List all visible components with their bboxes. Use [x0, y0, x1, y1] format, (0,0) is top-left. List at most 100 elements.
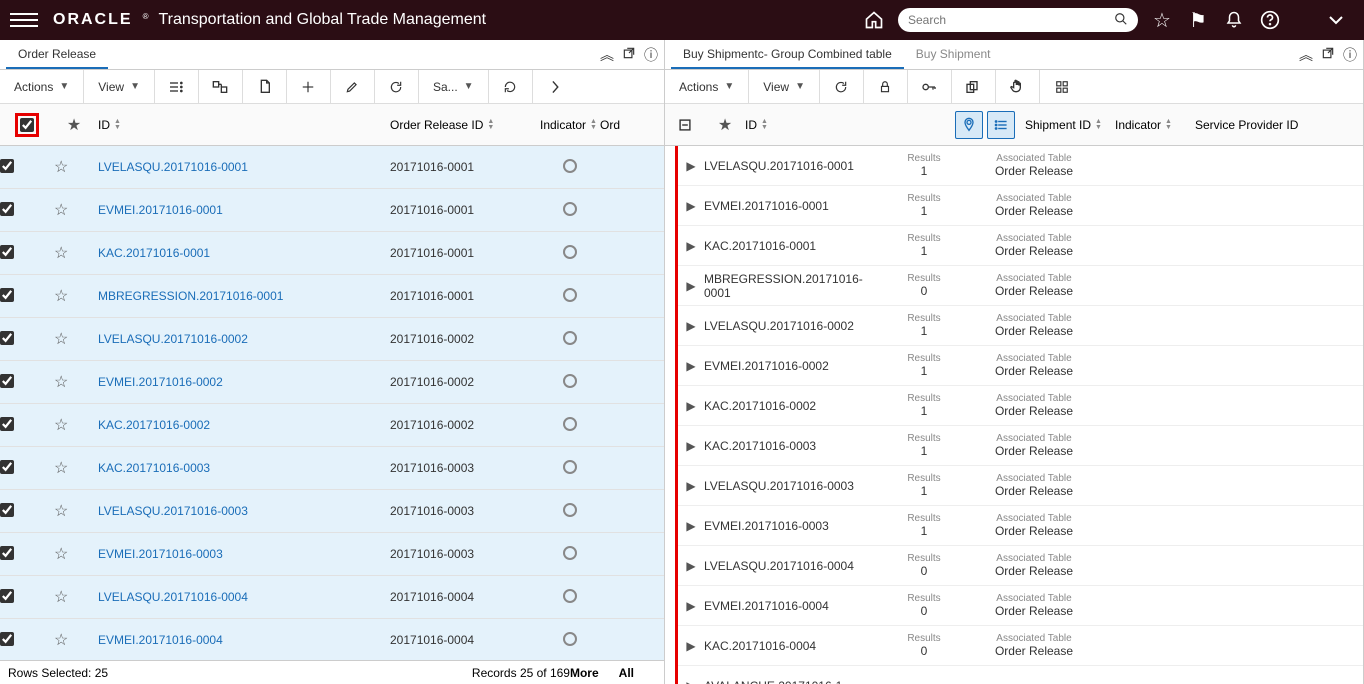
expand-caret-icon[interactable]: ▶ [678, 159, 704, 173]
select-all-header[interactable] [0, 113, 54, 137]
star-icon[interactable]: ☆ [54, 202, 68, 219]
order-release-id-col-header[interactable]: Order Release ID▲▼ [390, 118, 540, 132]
table-row[interactable]: ☆LVELASQU.20171016-000220171016-0002 [0, 318, 664, 361]
service-provider-col-header[interactable]: Service Provider ID [1195, 118, 1363, 132]
edit-icon[interactable] [331, 70, 375, 103]
star-icon[interactable]: ☆ [54, 245, 68, 262]
expand-caret-icon[interactable]: ▶ [678, 439, 704, 453]
expand-all-header[interactable] [665, 118, 705, 132]
actions-menu[interactable]: Actions▼ [0, 70, 84, 103]
settings-list-icon[interactable] [155, 70, 199, 103]
indicator-radio[interactable] [563, 417, 577, 431]
id-link[interactable]: KAC.20171016-0003 [98, 461, 210, 475]
id-link[interactable]: KAC.20171016-0001 [98, 246, 210, 260]
grid-icon[interactable] [1040, 70, 1084, 103]
star-icon[interactable]: ☆ [54, 417, 68, 434]
table-row[interactable]: ☆KAC.20171016-000120171016-0001 [0, 232, 664, 275]
star-icon[interactable]: ☆ [54, 546, 68, 563]
star-icon[interactable]: ☆ [54, 331, 68, 348]
table-row[interactable]: ☆EVMEI.20171016-000220171016-0002 [0, 361, 664, 404]
star-icon[interactable]: ☆ [54, 460, 68, 477]
expand-caret-icon[interactable]: ▶ [678, 279, 704, 293]
popout-icon[interactable] [1321, 46, 1335, 63]
group-row[interactable]: ▶LVELASQU.20171016-0003Results1Associate… [678, 466, 1363, 506]
group-row[interactable]: ▶KAC.20171016-0001Results1Associated Tab… [678, 226, 1363, 266]
id-col-header[interactable]: ID▲▼ [94, 118, 390, 132]
id-link[interactable]: EVMEI.20171016-0002 [98, 375, 223, 389]
expand-caret-icon[interactable]: ▶ [678, 359, 704, 373]
row-checkbox[interactable] [0, 288, 14, 302]
all-button[interactable]: All [619, 666, 634, 680]
table-row[interactable]: ☆EVMEI.20171016-000320171016-0003 [0, 533, 664, 576]
id-link[interactable]: KAC.20171016-0002 [98, 418, 210, 432]
flag-icon[interactable]: ⚑ [1184, 6, 1212, 34]
star-col-header[interactable]: ★ [705, 115, 745, 135]
table-row[interactable]: ☆LVELASQU.20171016-000420171016-0004 [0, 576, 664, 619]
collapse-icon[interactable]: ︽ [600, 45, 614, 65]
indicator-radio[interactable] [563, 632, 577, 646]
detach-icon[interactable] [199, 70, 243, 103]
row-checkbox[interactable] [0, 460, 14, 474]
star-icon[interactable]: ☆ [54, 374, 68, 391]
star-icon[interactable]: ☆ [54, 589, 68, 606]
indicator-radio[interactable] [563, 331, 577, 345]
row-checkbox[interactable] [0, 417, 14, 431]
reload-icon[interactable] [489, 70, 533, 103]
tab-buy-shipment[interactable]: Buy Shipment [904, 41, 1003, 69]
tab-order-release[interactable]: Order Release [6, 41, 108, 69]
refresh-icon[interactable] [375, 70, 419, 103]
row-checkbox[interactable] [0, 546, 14, 560]
indicator-radio[interactable] [563, 589, 577, 603]
expand-caret-icon[interactable]: ▶ [678, 199, 704, 213]
table-row[interactable]: ☆KAC.20171016-000220171016-0002 [0, 404, 664, 447]
group-row[interactable]: ▶EVMEI.20171016-0003Results1Associated T… [678, 506, 1363, 546]
group-row[interactable]: ▶KAC.20171016-0002Results1Associated Tab… [678, 386, 1363, 426]
next-icon[interactable] [533, 70, 577, 103]
indicator-radio[interactable] [563, 202, 577, 216]
shipment-id-col-header[interactable]: Shipment ID▲▼ [1025, 118, 1115, 132]
row-checkbox[interactable] [0, 589, 14, 603]
indicator-radio[interactable] [563, 546, 577, 560]
group-row[interactable]: ▶LVELASQU.20171016-0004Results0Associate… [678, 546, 1363, 586]
row-checkbox[interactable] [0, 245, 14, 259]
id-link[interactable]: EVMEI.20171016-0003 [98, 547, 223, 561]
indicator-col-header[interactable]: Indicator▲▼ [1115, 118, 1195, 132]
table-row[interactable]: ☆LVELASQU.20171016-000120171016-0001 [0, 146, 664, 189]
id-link[interactable]: LVELASQU.20171016-0002 [98, 332, 248, 346]
favorites-icon[interactable]: ☆ [1148, 6, 1176, 34]
indicator-radio[interactable] [563, 159, 577, 173]
location-toggle-icon[interactable] [955, 111, 983, 139]
actions-menu[interactable]: Actions▼ [665, 70, 749, 103]
info-icon[interactable]: ⓘ [644, 45, 658, 65]
id-link[interactable]: MBREGRESSION.20171016-0001 [98, 289, 283, 303]
star-col-header[interactable]: ★ [54, 115, 94, 135]
expand-caret-icon[interactable]: ▶ [678, 239, 704, 253]
expand-caret-icon[interactable]: ▶ [678, 399, 704, 413]
group-row[interactable]: ▶LVELASQU.20171016-0002Results1Associate… [678, 306, 1363, 346]
id-col-header[interactable]: ID▲▼ [745, 118, 955, 132]
view-menu[interactable]: View▼ [749, 70, 820, 103]
indicator-radio[interactable] [563, 503, 577, 517]
row-checkbox[interactable] [0, 374, 14, 388]
indicator-radio[interactable] [563, 460, 577, 474]
more-button[interactable]: More [570, 666, 599, 680]
indicator-radio[interactable] [563, 288, 577, 302]
row-checkbox[interactable] [0, 331, 14, 345]
group-row[interactable]: ▶MBREGRESSION.20171016-0001Results0Assoc… [678, 266, 1363, 306]
group-row[interactable]: ▶KAC.20171016-0004Results0Associated Tab… [678, 626, 1363, 666]
copy-icon[interactable] [243, 70, 287, 103]
sa-menu[interactable]: Sa...▼ [419, 70, 489, 103]
multi-copy-icon[interactable] [952, 70, 996, 103]
help-icon[interactable] [1256, 6, 1284, 34]
table-row[interactable]: ☆EVMEI.20171016-000120171016-0001 [0, 189, 664, 232]
id-link[interactable]: EVMEI.20171016-0001 [98, 203, 223, 217]
collapse-icon[interactable]: ︽ [1299, 45, 1313, 65]
hamburger-menu-button[interactable] [10, 6, 38, 34]
search-input[interactable] [908, 13, 1114, 27]
indicator-radio[interactable] [563, 374, 577, 388]
global-search[interactable] [898, 8, 1138, 32]
expand-icon[interactable] [1322, 6, 1350, 34]
star-icon[interactable]: ☆ [54, 503, 68, 520]
popout-icon[interactable] [622, 46, 636, 63]
home-icon[interactable] [860, 6, 888, 34]
